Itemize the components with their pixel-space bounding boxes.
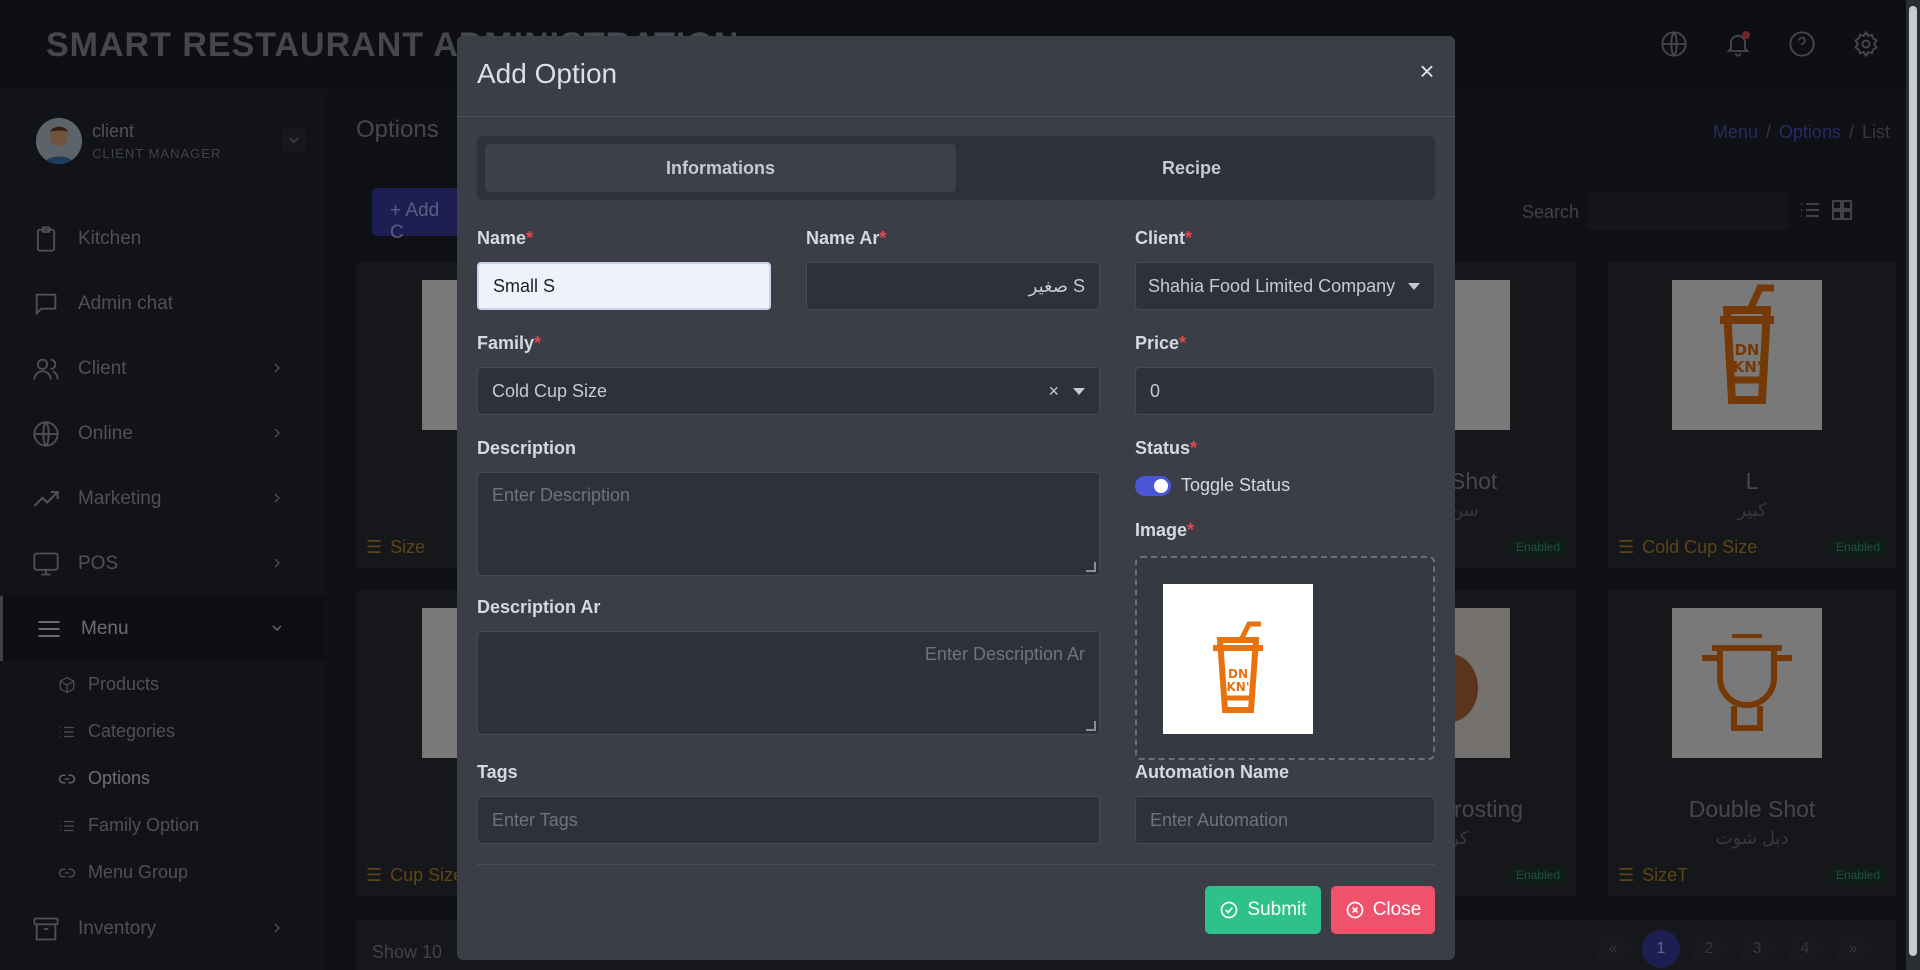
description-ar-textarea[interactable]: Enter Description Ar: [477, 631, 1100, 735]
label-text: Price: [1135, 333, 1180, 353]
required-mark: *: [534, 333, 542, 353]
description-textarea[interactable]: Enter Description: [477, 472, 1100, 576]
scrollbar-thumb[interactable]: [1909, 6, 1917, 956]
label-text: Family: [477, 333, 535, 353]
family-label: Family*: [477, 333, 541, 354]
modal-title: Add Option: [477, 58, 618, 89]
price-input[interactable]: 0: [1135, 367, 1435, 415]
label-text: Image: [1135, 520, 1188, 540]
toggle-knob: [1154, 479, 1168, 493]
name-input[interactable]: Small S: [477, 262, 771, 310]
divider: [477, 864, 1435, 865]
drink-cup-icon: DNKN': [1213, 621, 1263, 713]
toggle-status-label: Toggle Status: [1181, 475, 1291, 495]
required-mark: *: [1187, 520, 1195, 540]
check-circle-icon: [1221, 901, 1238, 919]
image-label: Image*: [1135, 520, 1194, 541]
client-select[interactable]: Shahia Food Limited Company: [1135, 262, 1435, 310]
modal-tabs: Informations Recipe: [477, 136, 1435, 200]
client-select-value: Shahia Food Limited Company: [1148, 275, 1396, 296]
price-label: Price*: [1135, 333, 1186, 354]
tags-input[interactable]: Enter Tags: [477, 796, 1100, 844]
status-toggle[interactable]: [1135, 476, 1171, 496]
label-text: Status: [1135, 438, 1191, 458]
image-dropzone[interactable]: DN KN': [1135, 556, 1435, 760]
add-option-modal: Add Option × Informations Recipe Name* S…: [457, 36, 1455, 960]
resize-handle-icon[interactable]: [1086, 721, 1096, 731]
caret-down-icon: [1408, 283, 1420, 290]
tab-informations[interactable]: Informations: [485, 144, 956, 192]
required-mark: *: [879, 228, 887, 248]
required-mark: *: [1179, 333, 1187, 353]
automation-input[interactable]: Enter Automation: [1135, 796, 1435, 844]
close-icon[interactable]: ×: [1415, 58, 1439, 84]
automation-label: Automation Name: [1135, 762, 1290, 782]
x-circle-icon: [1346, 901, 1364, 919]
svg-text:KN': KN': [1226, 680, 1249, 694]
description-ar-label: Description Ar: [477, 597, 601, 617]
scrollbar[interactable]: [1906, 0, 1920, 970]
required-mark: *: [1190, 438, 1198, 458]
label-text: Name: [477, 228, 527, 248]
submit-label: Submit: [1247, 899, 1307, 920]
resize-handle-icon[interactable]: [1086, 562, 1096, 572]
close-label: Close: [1372, 899, 1422, 920]
description-placeholder: Enter Description: [492, 485, 631, 505]
name-label: Name*: [477, 228, 533, 249]
name-ar-input[interactable]: صغير S: [806, 262, 1100, 310]
required-mark: *: [526, 228, 534, 248]
family-select-value: Cold Cup Size: [492, 380, 608, 401]
svg-text:DN: DN: [1228, 667, 1248, 681]
description-label: Description: [477, 438, 577, 458]
image-preview: DN KN': [1163, 584, 1313, 734]
family-select[interactable]: Cold Cup Size ×: [477, 367, 1100, 415]
client-label: Client*: [1135, 228, 1192, 249]
close-button[interactable]: Close: [1331, 886, 1435, 934]
clear-icon[interactable]: ×: [1048, 381, 1059, 402]
label-text: Client: [1135, 228, 1186, 248]
submit-button[interactable]: Submit: [1205, 886, 1321, 934]
required-mark: *: [1185, 228, 1193, 248]
caret-down-icon: [1073, 388, 1085, 395]
description-ar-placeholder: Enter Description Ar: [924, 644, 1085, 664]
label-text: Name Ar: [806, 228, 880, 248]
tags-label: Tags: [477, 762, 518, 782]
status-label: Status*: [1135, 438, 1197, 459]
tab-recipe[interactable]: Recipe: [956, 144, 1427, 192]
divider: [457, 116, 1455, 117]
name-ar-label: Name Ar*: [806, 228, 886, 249]
